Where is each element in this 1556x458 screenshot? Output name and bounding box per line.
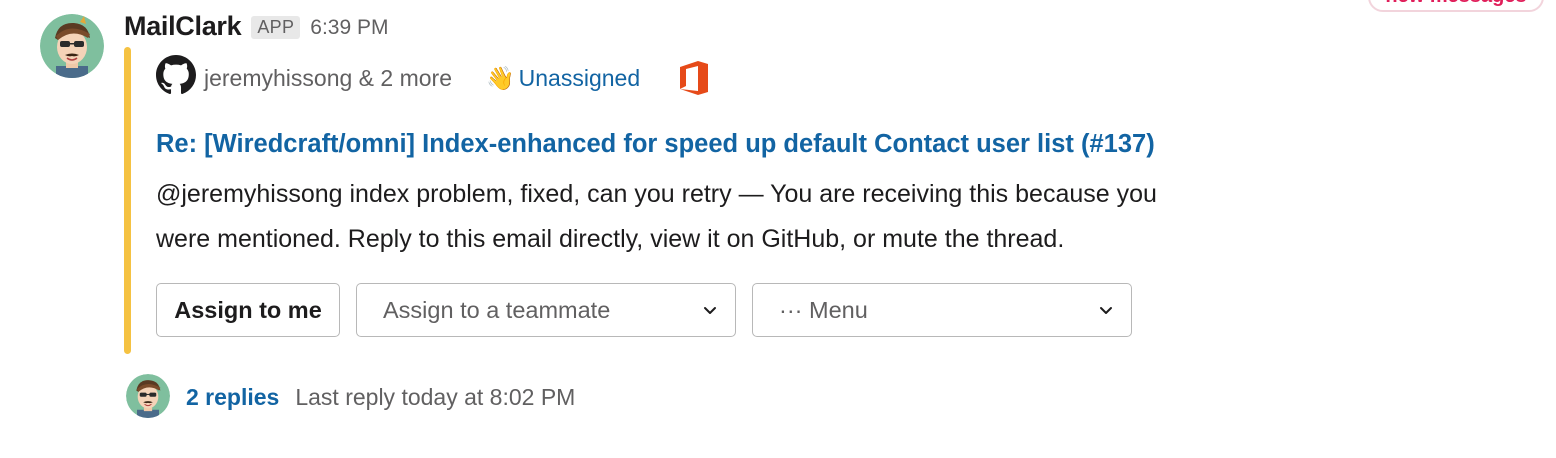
assign-to-me-button[interactable]: Assign to me bbox=[156, 283, 340, 337]
assign-to-me-label: Assign to me bbox=[174, 296, 322, 323]
assign-teammate-value: Assign to a teammate bbox=[383, 296, 611, 323]
menu-select-value: ··· Menu bbox=[779, 296, 868, 323]
participants: jeremyhissong & 2 more bbox=[156, 55, 452, 101]
unassigned-link[interactable]: Unassigned bbox=[519, 65, 640, 92]
message-view: new messages MailClark APP 6:39 PM bbox=[0, 0, 1556, 458]
thread-summary: 2 replies Last reply today at 8:02 PM bbox=[186, 378, 575, 416]
github-icon bbox=[156, 55, 196, 101]
wave-icon: 👋 bbox=[486, 64, 515, 91]
attachment-accent-bar bbox=[124, 47, 131, 354]
email-subject-link[interactable]: Re: [Wiredcraft/omni] Index-enhanced for… bbox=[156, 130, 1155, 159]
email-body-line: @jeremyhissong index problem, fixed, can… bbox=[156, 180, 1157, 208]
message-timestamp[interactable]: 6:39 PM bbox=[310, 16, 388, 40]
avatar[interactable] bbox=[40, 14, 104, 78]
message-header: MailClark APP 6:39 PM bbox=[124, 8, 389, 44]
assignee-status: 👋 Unassigned bbox=[486, 65, 640, 92]
assign-teammate-select[interactable]: Assign to a teammate bbox=[356, 283, 736, 337]
participants-label: jeremyhissong & 2 more bbox=[204, 64, 452, 91]
reply-avatar-image bbox=[126, 374, 170, 418]
menu-select[interactable]: ··· Menu bbox=[752, 283, 1132, 337]
sender-name[interactable]: MailClark bbox=[124, 11, 242, 42]
avatar-image bbox=[40, 14, 104, 78]
last-reply-time: Last reply today at 8:02 PM bbox=[295, 383, 576, 410]
attachment-meta: jeremyhissong & 2 more 👋 Unassigned bbox=[156, 55, 710, 101]
app-badge: APP bbox=[251, 15, 301, 39]
new-messages-label: new messages bbox=[1385, 0, 1526, 8]
reply-avatar bbox=[126, 374, 170, 418]
office-icon bbox=[678, 60, 710, 96]
email-body: @jeremyhissong index problem, fixed, can… bbox=[156, 172, 1336, 262]
replies-link[interactable]: 2 replies bbox=[186, 384, 279, 411]
new-messages-button[interactable]: new messages bbox=[1368, 0, 1544, 12]
chevron-down-icon bbox=[701, 301, 719, 319]
chevron-down-icon bbox=[1097, 301, 1115, 319]
action-buttons: Assign to me Assign to a teammate ··· Me… bbox=[156, 283, 1132, 337]
email-body-line: were mentioned. Reply to this email dire… bbox=[156, 225, 1065, 253]
